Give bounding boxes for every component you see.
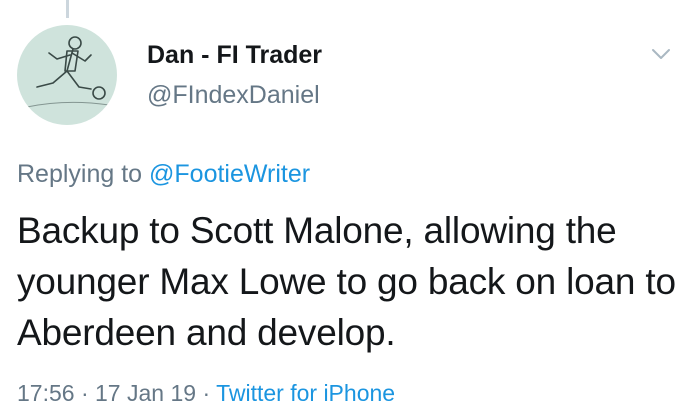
chevron-down-icon[interactable] xyxy=(651,47,671,61)
meta-separator: · xyxy=(202,380,211,406)
display-name[interactable]: Dan - FI Trader xyxy=(147,40,322,70)
reply-prefix: Replying to xyxy=(17,160,143,188)
avatar[interactable] xyxy=(17,25,117,125)
tweet-meta: 17:56 · 17 Jan 19 · Twitter for iPhone xyxy=(17,378,395,408)
tweet-date[interactable]: 17 Jan 19 xyxy=(95,380,196,406)
reply-context: Replying to @FootieWriter xyxy=(17,159,310,189)
footballer-kicking-icon xyxy=(26,36,110,108)
tweet-source-link[interactable]: Twitter for iPhone xyxy=(216,380,395,406)
reply-mention-link[interactable]: @FootieWriter xyxy=(149,160,310,188)
tweet-text: Backup to Scott Malone, allowing the you… xyxy=(17,210,676,353)
author-block[interactable]: Dan - FI Trader @FIndexDaniel xyxy=(147,40,322,110)
thread-connector-line xyxy=(66,0,69,18)
tweet-time[interactable]: 17:56 xyxy=(17,380,75,406)
user-handle[interactable]: @FIndexDaniel xyxy=(147,80,322,110)
meta-separator: · xyxy=(80,380,89,406)
